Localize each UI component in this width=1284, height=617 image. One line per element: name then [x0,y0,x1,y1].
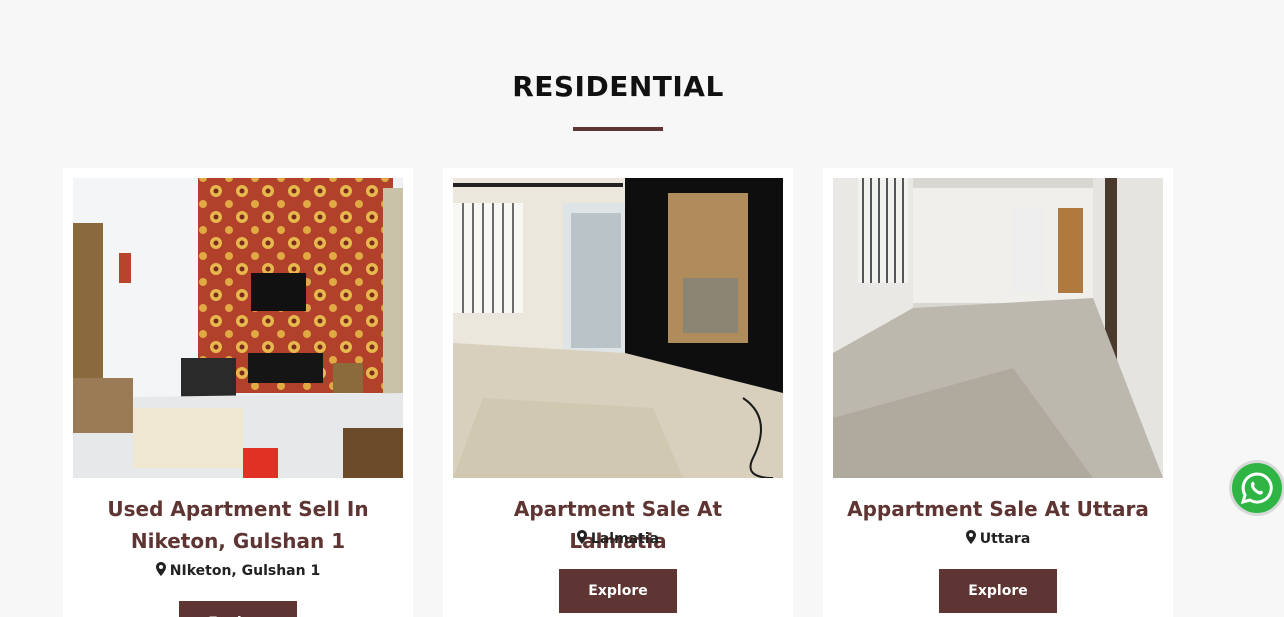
property-title[interactable]: Appartment Sale At Uttara [843,493,1153,525]
location-label: Lalmatia [590,531,660,547]
hallway-photo [833,178,1163,478]
explore-button[interactable]: Explore [559,569,677,613]
bedroom-photo [453,178,783,478]
property-location: Lalmatia [463,530,773,547]
explore-button[interactable]: Explore [939,569,1057,613]
property-image[interactable] [833,178,1163,478]
living-room-photo [73,178,403,478]
location-label: NIketon, Gulshan 1 [169,563,321,579]
whatsapp-button[interactable] [1229,460,1284,516]
property-image[interactable] [453,178,783,478]
whatsapp-icon-wrap [1232,463,1282,513]
title-underline [573,127,663,131]
location-label: Uttara [979,531,1031,547]
property-location: Uttara [843,530,1153,547]
whatsapp-icon [1240,472,1273,505]
property-title[interactable]: Apartment Sale At Lalmatia [463,493,773,557]
property-title[interactable]: Used Apartment Sell In Niketon, Gulshan … [83,493,393,557]
section-title: RESIDENTIAL [512,70,724,103]
property-card: Appartment Sale At Uttara Uttara Explore [823,168,1173,617]
map-pin-icon [155,562,166,576]
property-location: NIketon, Gulshan 1 [83,562,393,579]
map-pin-icon [576,530,587,544]
residential-section: RESIDENTIAL Used Apartment Sell In Niket… [0,0,1284,617]
property-image[interactable] [73,178,403,478]
property-card: Used Apartment Sell In Niketon, Gulshan … [63,168,413,617]
explore-button[interactable]: Explore [179,601,297,617]
property-card: Apartment Sale At Lalmatia Lalmatia Expl… [443,168,793,617]
map-pin-icon [965,530,976,544]
